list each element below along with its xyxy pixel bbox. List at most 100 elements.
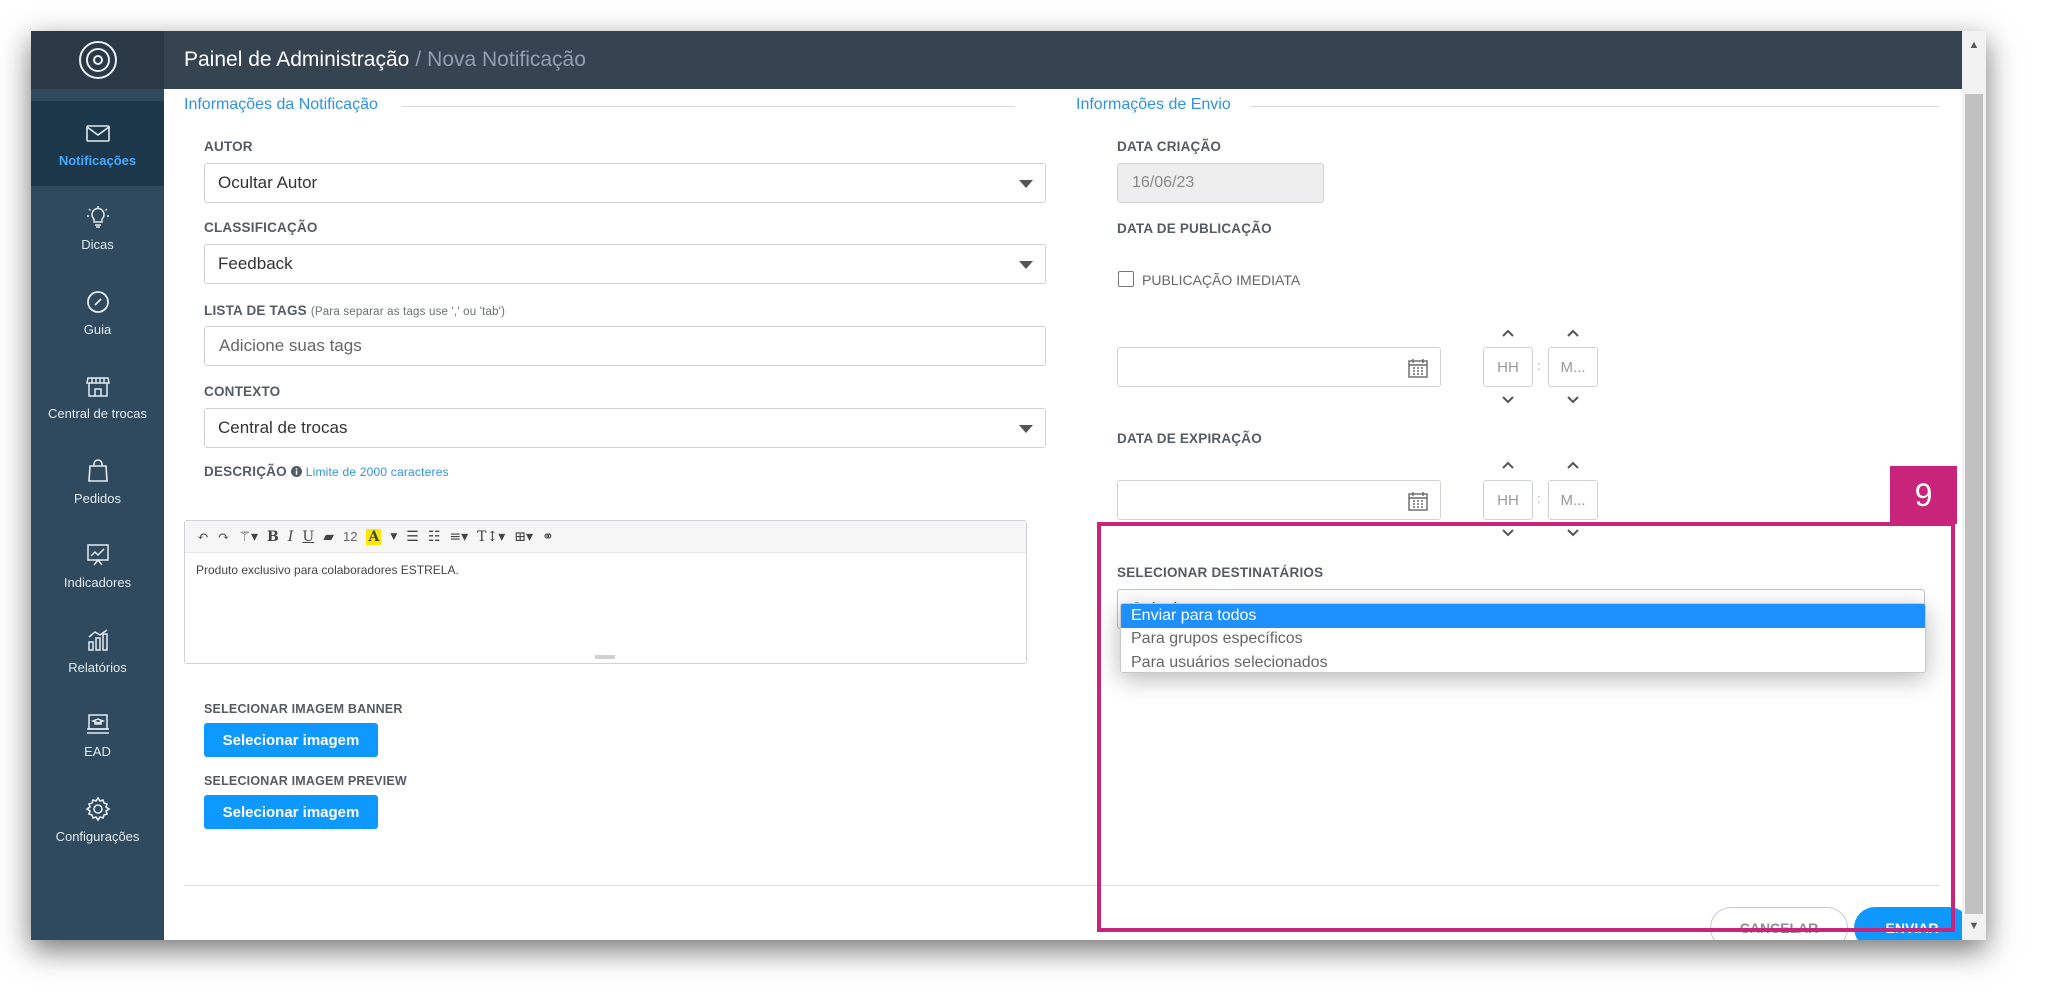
author-select[interactable]: Ocultar Autor xyxy=(204,163,1046,203)
created-date-label: DATA CRIAÇÃO xyxy=(1117,139,1222,154)
sidebar-item-relatorios[interactable]: Relatórios xyxy=(31,608,164,693)
scroll-down-icon[interactable]: ▼ xyxy=(1962,914,1986,938)
sidebar-item-indicadores[interactable]: Indicadores xyxy=(31,524,164,609)
table-icon[interactable]: ⊞▾ xyxy=(514,529,533,545)
tags-placeholder: Adicione suas tags xyxy=(219,336,362,355)
redo-icon[interactable]: ↷ xyxy=(218,529,230,545)
chevron-down-icon[interactable]: ▼ xyxy=(390,532,397,542)
align-icon[interactable]: ≡▾ xyxy=(449,529,468,545)
select-preview-button[interactable]: Selecionar imagem xyxy=(204,795,378,829)
logo-icon xyxy=(78,41,117,79)
step-highlight-frame xyxy=(1097,522,1955,932)
author-label: AUTOR xyxy=(204,139,253,154)
editor-body[interactable]: Produto exclusivo para colaboradores EST… xyxy=(185,553,1026,587)
numbered-list-icon[interactable]: ☷ xyxy=(428,529,441,545)
immediate-publication-label[interactable]: PUBLICAÇÃO IMEDIATA xyxy=(1142,272,1300,288)
tags-input[interactable]: Adicione suas tags xyxy=(204,326,1046,366)
expiration-date-input[interactable] xyxy=(1117,480,1441,520)
calendar-icon[interactable] xyxy=(1406,356,1430,380)
bullet-list-icon[interactable]: ☰ xyxy=(406,529,419,545)
step-badge: 9 xyxy=(1890,466,1957,524)
created-date-value: 16/06/23 xyxy=(1132,174,1195,191)
breadcrumb-current: Nova Notificação xyxy=(427,48,586,71)
publication-hour-input[interactable]: HH xyxy=(1483,347,1533,387)
scrollbar-thumb[interactable] xyxy=(1965,94,1983,914)
publication-date-label: DATA DE PUBLICAÇÃO xyxy=(1117,221,1272,236)
sidebar-item-label: Guia xyxy=(83,321,112,337)
sidebar-item-label: Central de trocas xyxy=(48,406,147,422)
hour-up-icon[interactable] xyxy=(1500,459,1516,471)
expiration-minute-input[interactable]: M... xyxy=(1548,480,1598,520)
banner-label: SELECIONAR IMAGEM BANNER xyxy=(204,702,403,716)
bar-chart-icon xyxy=(87,629,108,651)
description-limit-hint: Limite de 2000 caracteres xyxy=(305,465,449,479)
sidebar-item-central-de-trocas[interactable]: Central de trocas xyxy=(31,355,164,440)
tags-label-text: LISTA DE TAGS xyxy=(204,303,307,318)
link-icon[interactable]: ⚭ xyxy=(542,529,554,545)
breadcrumb: Painel de Administração / Nova Notificaç… xyxy=(164,31,1986,89)
vertical-scrollbar[interactable]: ▲ ▼ xyxy=(1962,31,1986,940)
context-select[interactable]: Central de trocas xyxy=(204,408,1046,448)
minute-placeholder: M... xyxy=(1560,358,1586,376)
sidebar-item-label: Indicadores xyxy=(63,575,132,591)
time-separator: : xyxy=(1537,491,1541,506)
publication-date-input[interactable] xyxy=(1117,347,1441,387)
expiration-date-label: DATA DE EXPIRAÇÃO xyxy=(1117,431,1262,446)
calendar-icon[interactable] xyxy=(1406,489,1430,513)
sidebar-item-label: Dicas xyxy=(81,237,114,253)
text-height-icon[interactable]: T↕▾ xyxy=(477,529,505,545)
hour-placeholder: HH xyxy=(1497,491,1519,509)
bold-icon[interactable]: B xyxy=(267,529,279,545)
sidebar-item-guia[interactable]: Guia xyxy=(31,270,164,355)
select-banner-button[interactable]: Selecionar imagem xyxy=(204,723,378,757)
sidebar-item-dicas[interactable]: Dicas xyxy=(31,186,164,271)
sidebar-item-label: Notificações xyxy=(58,152,137,168)
italic-icon[interactable]: I xyxy=(288,529,294,545)
tags-label: LISTA DE TAGS (Para separar as tags use … xyxy=(204,303,505,318)
compass-icon xyxy=(86,290,109,313)
app-logo[interactable] xyxy=(31,31,164,89)
resize-handle[interactable] xyxy=(595,655,615,659)
sidebar-item-label: Configurações xyxy=(55,828,140,844)
chart-board-icon xyxy=(86,544,109,566)
publication-minute-input[interactable]: M... xyxy=(1548,347,1598,387)
minute-placeholder: M... xyxy=(1560,491,1586,509)
highlight-color-icon[interactable]: A xyxy=(366,528,382,545)
gear-icon xyxy=(85,796,110,822)
time-separator: : xyxy=(1537,358,1541,373)
hour-down-icon[interactable] xyxy=(1500,394,1516,406)
breadcrumb-separator: / xyxy=(415,48,422,71)
sidebar: Notificações Dicas Guia Central de troca… xyxy=(31,31,164,940)
immediate-publication-checkbox[interactable] xyxy=(1118,271,1134,287)
scroll-up-icon[interactable]: ▲ xyxy=(1962,33,1986,57)
minute-down-icon[interactable] xyxy=(1565,394,1581,406)
description-label-text: DESCRIÇÃO xyxy=(204,464,287,479)
sidebar-nav: Notificações Dicas Guia Central de troca… xyxy=(31,101,164,862)
author-value: Ocultar Autor xyxy=(218,173,318,192)
eraser-icon[interactable]: ▰ xyxy=(323,529,334,545)
font-size-selector[interactable]: 12 xyxy=(343,529,357,544)
hour-up-icon[interactable] xyxy=(1500,327,1516,339)
legend-divider xyxy=(402,106,1015,107)
expiration-hour-input[interactable]: HH xyxy=(1483,480,1533,520)
shopping-bag-icon xyxy=(87,458,108,482)
minute-up-icon[interactable] xyxy=(1565,459,1581,471)
context-value: Central de trocas xyxy=(218,418,348,437)
hour-placeholder: HH xyxy=(1497,358,1519,376)
description-label: DESCRIÇÃO Limite de 2000 caracteres xyxy=(204,464,449,479)
description-editor: ↶ ↷ ⚚▾ B I U ▰ 12 A ▼ ☰ ☷ ≡▾ T↕▾ ⊞▾ ⚭ Pr… xyxy=(184,520,1027,664)
created-date-field: 16/06/23 xyxy=(1117,163,1324,203)
info-icon xyxy=(290,466,302,477)
magic-wand-icon[interactable]: ⚚▾ xyxy=(238,529,258,545)
classification-select[interactable]: Feedback xyxy=(204,244,1046,284)
underline-icon[interactable]: U xyxy=(302,529,314,545)
envelope-icon xyxy=(85,124,110,142)
send-info-legend: Informações de Envio xyxy=(1076,96,1231,113)
sidebar-item-pedidos[interactable]: Pedidos xyxy=(31,439,164,524)
sidebar-item-notificacoes[interactable]: Notificações xyxy=(31,101,164,186)
undo-icon[interactable]: ↶ xyxy=(197,529,209,545)
sidebar-item-configuracoes[interactable]: Configurações xyxy=(31,777,164,862)
breadcrumb-root[interactable]: Painel de Administração xyxy=(184,48,409,72)
sidebar-item-ead[interactable]: EAD xyxy=(31,693,164,778)
minute-up-icon[interactable] xyxy=(1565,327,1581,339)
